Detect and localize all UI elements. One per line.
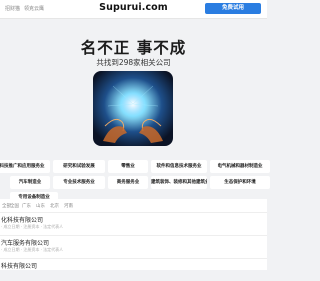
company-list: 全部 全国 广东 山东 北京 河南 化科技有限公司 · 成立日期 · 注册资本 … xyxy=(0,199,267,270)
category-chip[interactable]: 软件和信息技术服务业 xyxy=(151,160,207,173)
filter-tab[interactable]: 广东 xyxy=(22,203,31,209)
hero-title: 名不正 事不成 xyxy=(80,39,187,57)
top-header: 招财猫 领克云鹰 Supurui.com 免费试用 xyxy=(0,0,267,19)
company-name[interactable]: 汽车服务有限公司 xyxy=(1,238,49,247)
company-name[interactable]: 科技有限公司 xyxy=(1,261,37,270)
filter-tab[interactable]: 山东 xyxy=(36,203,45,209)
category-chip[interactable]: 汽车制造业 xyxy=(10,176,50,189)
category-grid: 科技推广和应用服务业 研究和试验发展 零售业 软件和信息技术服务业 电气机械和器… xyxy=(0,160,270,203)
hero-subtitle: 共找到298家相关公司 xyxy=(96,58,171,67)
category-chip[interactable]: 专业技术服务业 xyxy=(53,176,105,189)
company-row[interactable]: 化科技有限公司 · 成立日期 · 注册资本 · 法定代表人 xyxy=(0,212,267,235)
category-chip[interactable]: 商务服务业 xyxy=(108,176,148,189)
category-chip[interactable]: 科技推广和应用服务业 xyxy=(0,160,50,173)
company-meta: · 成立日期 · 注册资本 · 法定代表人 xyxy=(1,224,64,229)
filter-tab[interactable]: 河南 xyxy=(64,203,73,209)
hero-section: 名不正 事不成 共找到298家相关公司 xyxy=(0,19,267,159)
category-chip[interactable]: 电气机械和器材制造业 xyxy=(210,160,270,173)
hero-illustration xyxy=(93,71,173,146)
company-row[interactable]: 汽车服务有限公司 · 成立日期 · 注册资本 · 法定代表人 xyxy=(0,235,267,258)
category-chip[interactable]: 建筑装饰、装修和其他建筑业 xyxy=(151,176,207,189)
filter-tab[interactable]: 北京 xyxy=(50,203,59,209)
region-filters: 全部 全国 广东 山东 北京 河南 xyxy=(0,203,267,211)
category-chip[interactable]: 零售业 xyxy=(108,160,148,173)
free-trial-button[interactable]: 免费试用 xyxy=(205,3,261,14)
category-chip[interactable]: 研究和试验发展 xyxy=(53,160,105,173)
category-chip[interactable]: 生态保护和环境 xyxy=(210,176,270,189)
company-name[interactable]: 化科技有限公司 xyxy=(1,215,43,224)
company-meta: · 成立日期 · 注册资本 · 法定代表人 xyxy=(1,247,64,252)
filter-tab[interactable]: 全国 xyxy=(10,203,19,209)
